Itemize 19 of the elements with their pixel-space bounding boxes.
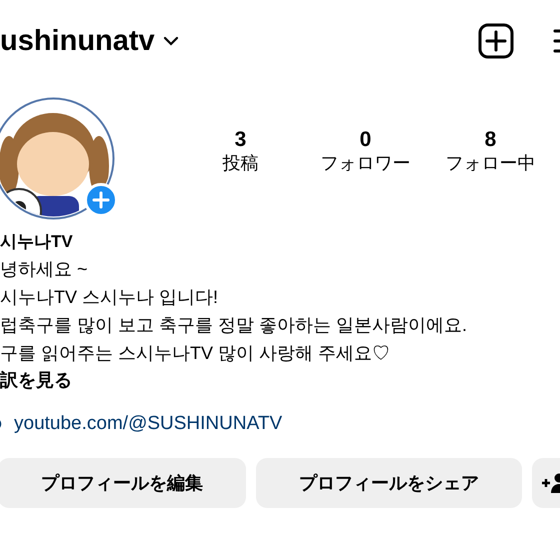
- stat-label[interactable]: フォロー中: [428, 152, 553, 176]
- add-story-icon[interactable]: [84, 183, 118, 217]
- username[interactable]: ushinunatv: [0, 26, 155, 56]
- chevron-down-icon[interactable]: [162, 36, 179, 46]
- new-post-icon[interactable]: [478, 23, 514, 59]
- bio-line: 녕하세요 ~: [0, 258, 89, 280]
- website-link[interactable]: youtube.com/@SUSHINUNATV: [14, 410, 282, 438]
- stat-count: 0: [358, 127, 372, 152]
- profile-name: 시누나TV: [0, 231, 74, 253]
- profile-button[interactable]: プロフィールをシェア: [256, 458, 522, 508]
- stat-count: 8: [484, 127, 498, 152]
- bio-line: 시누나TV 스시누나 입니다!: [0, 286, 220, 308]
- stat-count: 3: [234, 127, 248, 152]
- bio-line: 구를 읽어주는 스시누나TV 많이 사랑해 주세요♡: [0, 342, 392, 364]
- stat-label[interactable]: 投稿: [178, 152, 303, 176]
- bio-line: 럽축구를 많이 보고 축구를 정말 좋아하는 일본사람이에요.: [0, 314, 468, 336]
- translate-link[interactable]: 訳を見る: [0, 366, 560, 394]
- stat-label[interactable]: フォロワー: [303, 152, 428, 176]
- profile-button[interactable]: プロフィールを編集: [0, 458, 246, 508]
